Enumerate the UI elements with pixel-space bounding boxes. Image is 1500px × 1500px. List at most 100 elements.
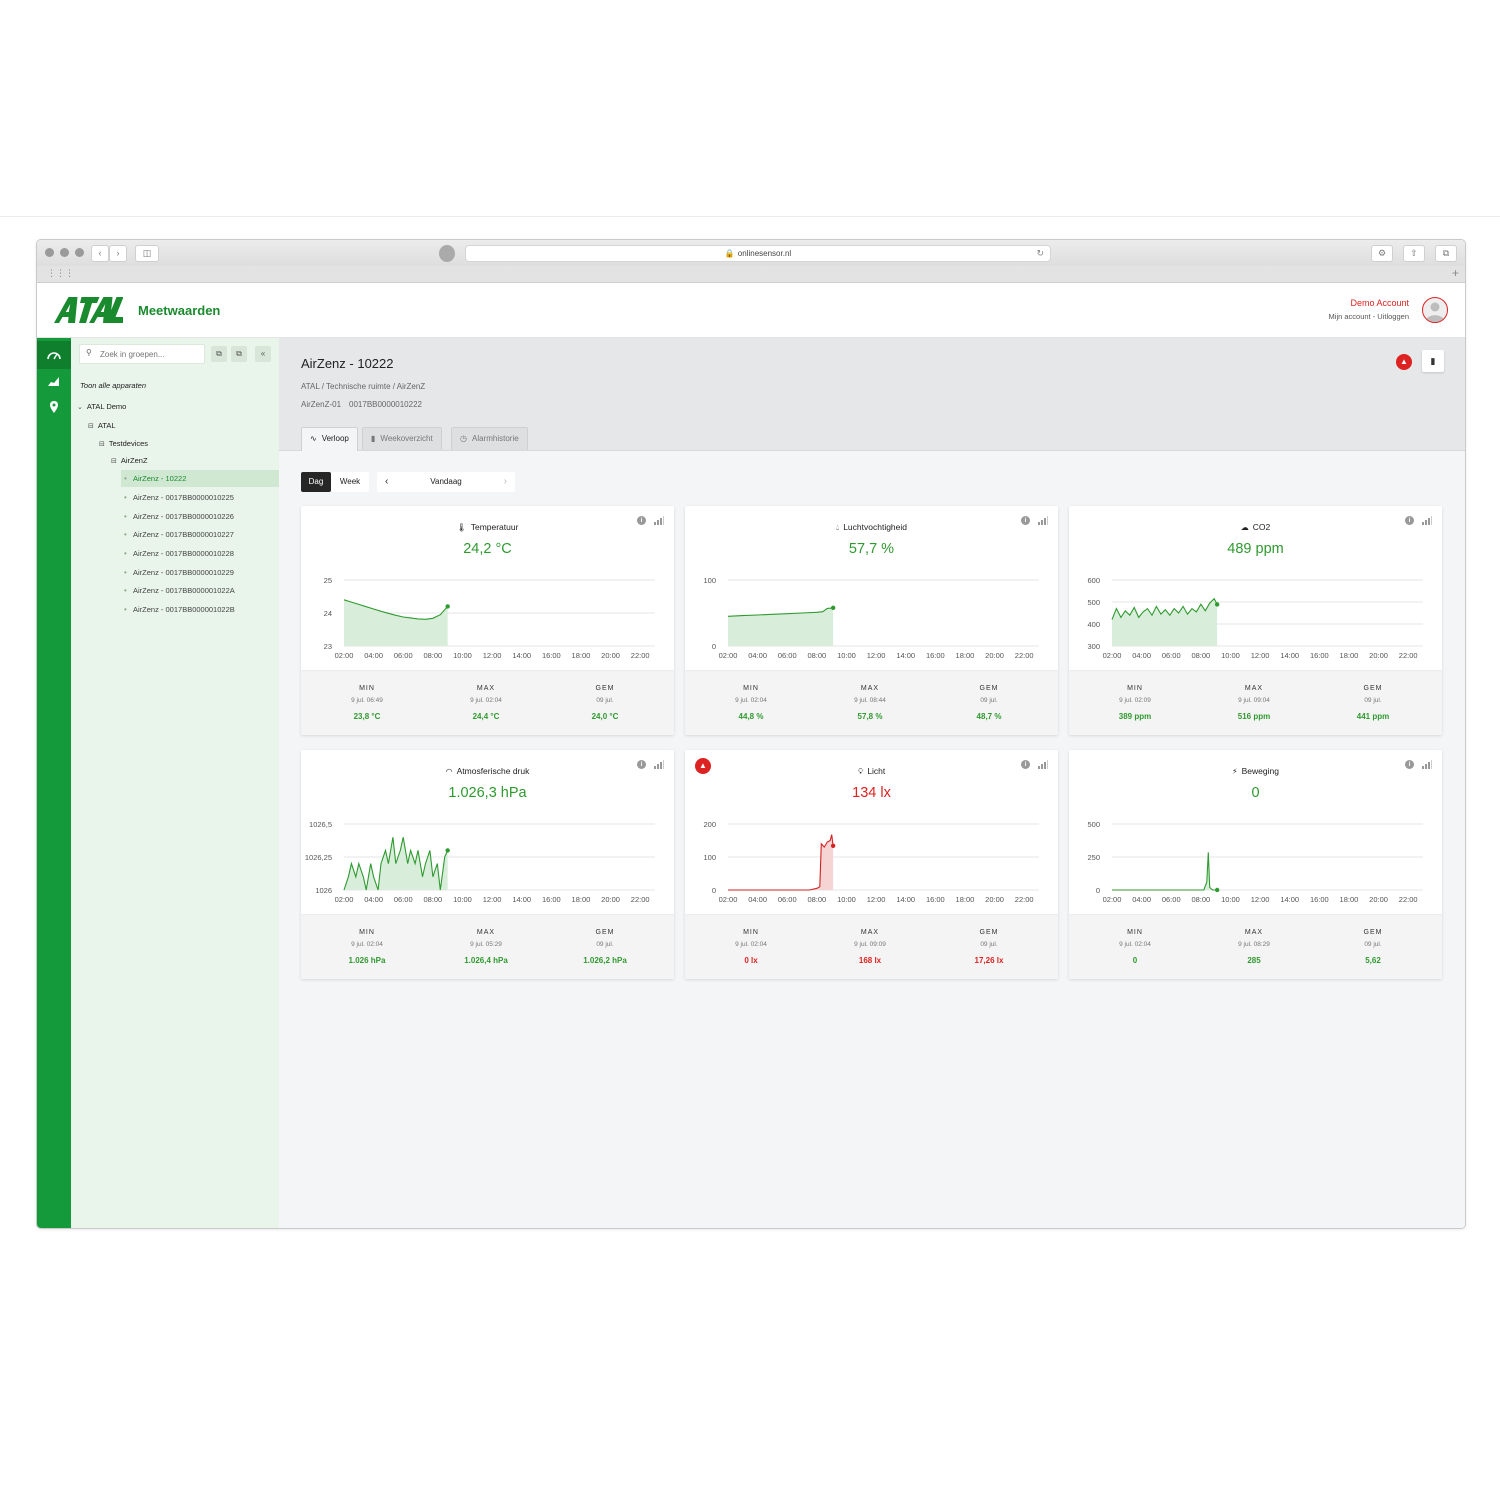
signal-bars-icon[interactable] <box>654 760 664 769</box>
alarm-warning-icon[interactable]: ▲ <box>1396 354 1412 370</box>
x-tick-label: 02:00 <box>719 651 738 660</box>
expand-all-button[interactable]: ⧉ <box>211 346 227 362</box>
tree-node-atal[interactable]: ⊟ ATAL <box>88 421 116 430</box>
x-tick-label: 22:00 <box>1015 651 1034 660</box>
tree-device-item[interactable]: • AirZenz - 0017BB0000010225 <box>121 489 281 506</box>
lightbulb-icon: 💡︎ <box>857 767 864 776</box>
sensor-chart[interactable]: 0 100 02:00 04:00 06:00 08:00 10:00 12:00 14:00 1… <box>685 568 1058 672</box>
collapse-panel-button[interactable]: « <box>255 346 271 362</box>
settings-icon[interactable]: ⚙ <box>1371 245 1393 262</box>
share-icon[interactable]: ⇧ <box>1403 245 1425 262</box>
close-window-button[interactable] <box>45 248 54 257</box>
page-title: Meetwaarden <box>138 303 221 318</box>
tree-device-item[interactable]: • AirZenz - 0017BB0000010226 <box>121 508 281 525</box>
x-tick-label: 22:00 <box>1399 651 1418 660</box>
x-tick-label: 22:00 <box>1015 895 1034 904</box>
period-day-button[interactable]: Dag <box>301 472 331 492</box>
show-all-devices-link[interactable]: Toon alle apparaten <box>80 381 146 390</box>
sensor-chart[interactable]: 0 100 200 02:00 04:00 06:00 08:00 10:00 12:00 14:… <box>685 812 1058 916</box>
address-bar[interactable]: 🔒 onlinesensor.nl ↻ <box>465 245 1051 262</box>
x-tick-label: 10:00 <box>1221 895 1240 904</box>
next-day-icon[interactable]: › <box>504 472 507 492</box>
info-icon[interactable]: i <box>1021 516 1030 525</box>
tab-alarmhistorie[interactable]: ◷ Alarmhistorie <box>451 427 528 450</box>
signal-bars-icon[interactable] <box>1038 760 1048 769</box>
signal-bars-icon[interactable] <box>1422 760 1432 769</box>
account-name[interactable]: Demo Account <box>1350 298 1409 308</box>
reload-icon[interactable]: ↻ <box>1036 246 1044 261</box>
stat-label: MAX <box>860 929 880 936</box>
tree-device-item[interactable]: • AirZenz - 0017BB0000010229 <box>121 564 281 581</box>
tree-node-testdevices[interactable]: ⊟ Testdevices <box>99 439 148 448</box>
back-icon[interactable]: ‹ <box>91 245 109 262</box>
forward-icon[interactable]: › <box>109 245 127 262</box>
card-title: 🌡︎ Temperatuur <box>301 522 674 532</box>
export-button[interactable]: ▮ <box>1422 350 1444 372</box>
atal-logo[interactable] <box>51 295 123 325</box>
new-tab-icon[interactable]: + <box>1452 266 1459 280</box>
sensor-chart[interactable]: 300 400 500 600 02:00 04:00 06:00 08:00 10:00 12:… <box>1069 568 1442 672</box>
collapse-all-button[interactable]: ⧉ <box>231 346 247 362</box>
stat-date: 9 jul. 09:09 <box>854 941 886 948</box>
tree-node-atal-demo[interactable]: ⌄ ATAL Demo <box>77 402 126 411</box>
avatar[interactable] <box>1422 297 1448 323</box>
bullet-icon: • <box>124 568 127 577</box>
browser-tab-strip: ⋮⋮⋮ + <box>37 266 1465 283</box>
adblock-icon[interactable] <box>439 245 455 262</box>
sensor-chart[interactable]: 1026 1026,25 1026,5 02:00 04:00 06:00 08:00 10:… <box>301 812 674 916</box>
account-links[interactable]: Mijn account - Uitloggen <box>1329 312 1409 321</box>
stat-label: MAX <box>476 685 496 692</box>
period-week-button[interactable]: Week <box>331 472 369 492</box>
x-tick-label: 14:00 <box>896 895 915 904</box>
previous-day-icon[interactable]: ‹ <box>385 472 388 492</box>
sensor-chart[interactable]: 23 24 25 02:00 04:00 06:00 08:00 10:00 12:00 14:0… <box>301 568 674 672</box>
nav-locations[interactable] <box>46 400 62 414</box>
minimize-window-button[interactable] <box>60 248 69 257</box>
tab-weekoverzicht[interactable]: ▮ Weekoverzicht <box>362 427 442 450</box>
x-tick-label: 18:00 <box>956 651 975 660</box>
info-icon[interactable]: i <box>637 760 646 769</box>
info-icon[interactable]: i <box>1021 760 1030 769</box>
tree-node-airzenz[interactable]: ⊟ AirZenZ <box>111 456 148 465</box>
signal-bars-icon[interactable] <box>1422 516 1432 525</box>
tree-device-item[interactable]: • AirZenz - 10222 <box>121 470 281 487</box>
sensor-chart[interactable]: 0 250 500 02:00 04:00 06:00 08:00 10:00 12:00 14:… <box>1069 812 1442 916</box>
tab-label: Verloop <box>321 434 349 443</box>
x-tick-label: 02:00 <box>1103 895 1122 904</box>
tree-device-item[interactable]: • AirZenz - 0017BB0000010227 <box>121 526 281 543</box>
x-tick-label: 20:00 <box>985 895 1004 904</box>
device-label: AirZenz - 0017BB0000010228 <box>133 549 234 558</box>
tab-verloop[interactable]: ∿ Verloop <box>301 427 358 451</box>
y-tick-label: 1026,25 <box>305 853 332 862</box>
x-tick-label: 16:00 <box>542 895 561 904</box>
nav-charts[interactable] <box>46 374 62 388</box>
stat-date: 09 jul. <box>980 697 998 704</box>
signal-bars-icon[interactable] <box>1038 516 1048 525</box>
info-icon[interactable]: i <box>637 516 646 525</box>
user-icon <box>1425 302 1445 322</box>
maximize-window-button[interactable] <box>75 248 84 257</box>
search-input[interactable] <box>98 346 202 362</box>
x-tick-label: 10:00 <box>837 651 856 660</box>
tree-device-item[interactable]: • AirZenz - 0017BB000001022B <box>121 601 281 618</box>
x-tick-label: 18:00 <box>572 651 591 660</box>
sidebar-toggle-icon[interactable]: ◫ <box>135 245 159 262</box>
tabs-overview-icon[interactable]: ⧉ <box>1435 245 1457 262</box>
x-tick-label: 06:00 <box>394 651 413 660</box>
x-tick-label: 02:00 <box>335 895 354 904</box>
tree-device-item[interactable]: • AirZenz - 0017BB0000010228 <box>121 545 281 562</box>
nav-dashboard[interactable] <box>37 341 71 369</box>
info-icon[interactable]: i <box>1405 516 1414 525</box>
stats-panel: MIN 9 jul. 02:04 0 lx MAX 9 jul. 09:09 1… <box>685 914 1058 979</box>
device-label: AirZenz - 0017BB000001022B <box>133 605 235 614</box>
stat-date: 9 jul. 02:04 <box>735 941 767 948</box>
signal-bars-icon[interactable] <box>654 516 664 525</box>
info-icon[interactable]: i <box>1405 760 1414 769</box>
card-title-text: Licht <box>867 766 886 776</box>
app-header: Meetwaarden Demo Account Mijn account - … <box>37 283 1465 338</box>
card-licht: ▲ 💡︎ Licht i 134 lx 0 100 200 02:00 04:00 06:00 08:… <box>685 750 1058 979</box>
tree-device-item[interactable]: • AirZenz - 0017BB000001022A <box>121 582 281 599</box>
grid-icon[interactable]: ⋮⋮⋮ <box>47 268 74 279</box>
device-label: AirZenz - 0017BB0000010226 <box>133 512 234 521</box>
stat-label: GEM <box>1363 685 1383 692</box>
